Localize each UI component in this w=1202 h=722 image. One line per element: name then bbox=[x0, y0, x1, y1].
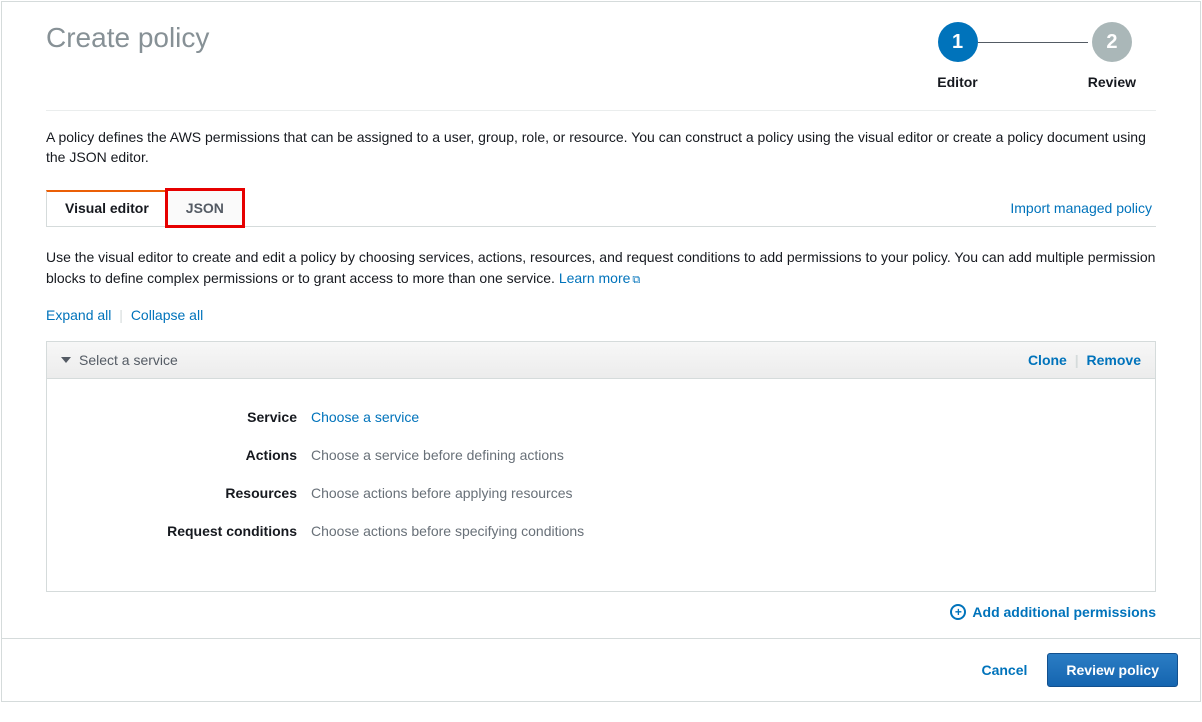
add-permissions-row[interactable]: + Add additional permissions bbox=[2, 592, 1200, 620]
cancel-button[interactable]: Cancel bbox=[981, 662, 1027, 678]
permission-block-panel: Select a service Clone | Remove Service … bbox=[46, 341, 1156, 592]
import-managed-policy-link[interactable]: Import managed policy bbox=[1010, 200, 1156, 226]
divider: | bbox=[119, 307, 123, 323]
expand-all-link[interactable]: Expand all bbox=[46, 307, 111, 323]
visual-editor-description: Use the visual editor to create and edit… bbox=[46, 247, 1156, 289]
footer: Cancel Review policy bbox=[2, 638, 1200, 701]
expand-collapse-row: Expand all | Collapse all bbox=[46, 307, 1156, 323]
wizard-step-number: 2 bbox=[1092, 22, 1132, 62]
row-resources: Resources Choose actions before applying… bbox=[71, 485, 1131, 501]
label-service: Service bbox=[71, 409, 311, 425]
label-conditions: Request conditions bbox=[71, 523, 311, 539]
panel-header[interactable]: Select a service Clone | Remove bbox=[47, 342, 1155, 379]
tab-visual-editor[interactable]: Visual editor bbox=[46, 190, 168, 226]
create-policy-page: Create policy 1 Editor 2 Review A policy… bbox=[1, 1, 1201, 702]
wizard-steps: 1 Editor 2 Review bbox=[937, 22, 1156, 90]
policy-description: A policy defines the AWS permissions tha… bbox=[46, 127, 1156, 168]
wizard-step-review[interactable]: 2 Review bbox=[1088, 22, 1136, 90]
wizard-step-editor[interactable]: 1 Editor bbox=[937, 22, 977, 90]
collapse-all-link[interactable]: Collapse all bbox=[131, 307, 203, 323]
add-permissions-link[interactable]: Add additional permissions bbox=[972, 604, 1156, 620]
caret-down-icon bbox=[61, 357, 71, 363]
value-resources: Choose actions before applying resources bbox=[311, 485, 573, 501]
panel-body: Service Choose a service Actions Choose … bbox=[47, 379, 1155, 591]
row-service: Service Choose a service bbox=[71, 409, 1131, 425]
row-conditions: Request conditions Choose actions before… bbox=[71, 523, 1131, 539]
external-link-icon: ⧉ bbox=[632, 274, 640, 286]
review-policy-button[interactable]: Review policy bbox=[1047, 653, 1178, 687]
label-actions: Actions bbox=[71, 447, 311, 463]
tabs-row: Visual editor JSON Import managed policy bbox=[46, 190, 1156, 227]
learn-more-link[interactable]: Learn more⧉ bbox=[559, 270, 640, 286]
panel-title: Select a service bbox=[79, 352, 178, 368]
divider: | bbox=[1075, 352, 1079, 368]
header-row: Create policy 1 Editor 2 Review bbox=[2, 2, 1200, 100]
wizard-step-label: Editor bbox=[937, 74, 977, 90]
plus-circle-icon: + bbox=[950, 604, 966, 620]
choose-service-link[interactable]: Choose a service bbox=[311, 409, 419, 425]
remove-link[interactable]: Remove bbox=[1087, 352, 1141, 368]
tab-json[interactable]: JSON bbox=[167, 190, 243, 226]
label-resources: Resources bbox=[71, 485, 311, 501]
row-actions: Actions Choose a service before defining… bbox=[71, 447, 1131, 463]
value-actions: Choose a service before defining actions bbox=[311, 447, 564, 463]
clone-link[interactable]: Clone bbox=[1028, 352, 1067, 368]
wizard-connector bbox=[978, 42, 1088, 43]
page-title: Create policy bbox=[46, 22, 209, 90]
wizard-step-number: 1 bbox=[938, 22, 978, 62]
value-conditions: Choose actions before specifying conditi… bbox=[311, 523, 584, 539]
wizard-step-label: Review bbox=[1088, 74, 1136, 90]
